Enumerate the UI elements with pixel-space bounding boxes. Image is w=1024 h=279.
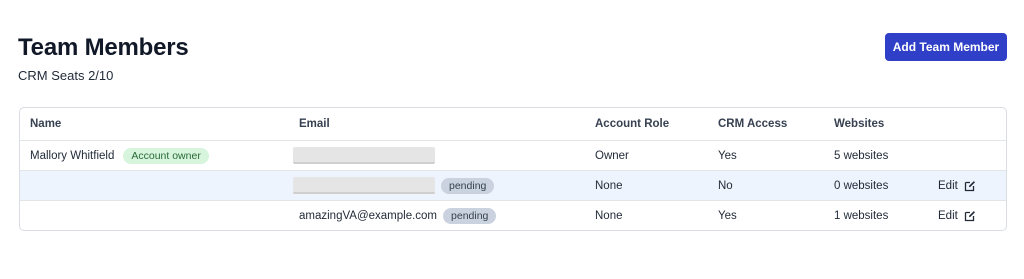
pending-badge: pending: [441, 177, 495, 194]
account-role: None: [595, 210, 623, 222]
page-title: Team Members: [18, 34, 189, 61]
member-email-cell: pending: [293, 171, 495, 200]
redacted-email: [293, 147, 435, 164]
crm-access: Yes: [718, 149, 737, 162]
member-email-cell: amazingVA@example.com pending: [299, 201, 497, 230]
table-header-row: Name Email Account Role CRM Access Websi…: [20, 108, 1006, 141]
account-role: None: [595, 179, 623, 192]
account-role: Owner: [595, 149, 629, 162]
crm-seats-count: CRM Seats 2/10: [18, 68, 114, 83]
redacted-email: [293, 177, 435, 194]
column-header-email[interactable]: Email: [299, 108, 330, 140]
team-members-table: Name Email Account Role CRM Access Websi…: [19, 107, 1007, 231]
edit-label: Edit: [938, 210, 958, 222]
column-header-account-role[interactable]: Account Role: [595, 108, 669, 140]
edit-member-link[interactable]: Edit: [938, 210, 976, 222]
crm-access: Yes: [718, 210, 737, 222]
edit-label: Edit: [938, 179, 958, 192]
edit-icon: [964, 180, 975, 191]
edit-icon: [964, 211, 975, 222]
add-team-member-button[interactable]: Add Team Member: [885, 33, 1007, 61]
websites-count: 1 websites: [834, 210, 889, 222]
table-row[interactable]: pending None No 0 websites Edit: [20, 171, 1006, 201]
edit-member-cell: Edit: [938, 201, 976, 230]
member-email: amazingVA@example.com: [299, 210, 438, 222]
crm-access: No: [718, 179, 733, 192]
websites-count: 5 websites: [834, 149, 889, 162]
member-name: Mallory Whitfield: [30, 149, 115, 162]
edit-member-link[interactable]: Edit: [938, 180, 976, 192]
table-row[interactable]: amazingVA@example.com pending None Yes 1…: [20, 201, 1006, 230]
edit-member-cell: Edit: [938, 171, 976, 200]
member-name-cell: Mallory Whitfield Account owner: [30, 141, 209, 170]
column-header-websites[interactable]: Websites: [834, 108, 884, 140]
table-row[interactable]: Mallory Whitfield Account owner Owner Ye…: [20, 141, 1006, 171]
member-email-cell: [293, 141, 435, 170]
pending-badge: pending: [443, 208, 497, 224]
column-header-crm-access[interactable]: CRM Access: [718, 108, 787, 140]
column-header-name[interactable]: Name: [30, 108, 61, 140]
account-owner-badge: Account owner: [123, 147, 209, 164]
websites-count: 0 websites: [834, 179, 889, 192]
